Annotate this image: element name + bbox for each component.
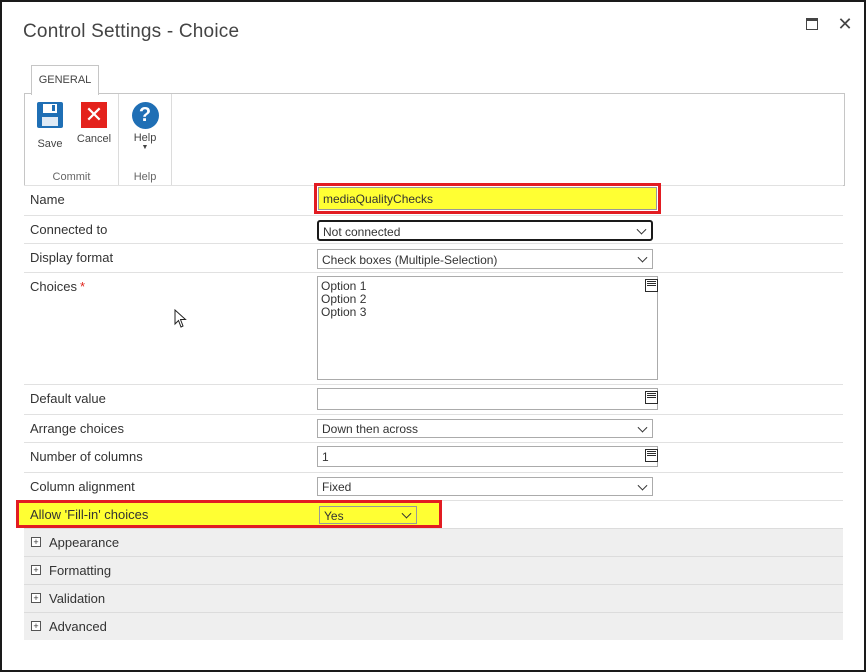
display-format-value: Check boxes (Multiple-Selection) bbox=[322, 253, 498, 267]
number-of-columns-input[interactable]: 1 bbox=[317, 446, 658, 467]
arrange-choices-label: Arrange choices bbox=[30, 421, 124, 436]
name-input[interactable]: mediaQualityChecks bbox=[318, 187, 657, 210]
section-label: Formatting bbox=[49, 563, 112, 578]
close-icon: ✕ bbox=[837, 14, 853, 34]
choices-textarea[interactable]: Option 1 Option 2 Option 3 bbox=[317, 276, 658, 380]
save-icon bbox=[37, 102, 63, 128]
tab-general[interactable]: GENERAL bbox=[31, 65, 99, 95]
column-alignment-value: Fixed bbox=[322, 480, 352, 494]
default-value-input[interactable] bbox=[317, 388, 658, 410]
display-format-label: Display format bbox=[30, 250, 114, 265]
list-icon[interactable] bbox=[645, 391, 658, 404]
list-icon[interactable] bbox=[645, 279, 658, 292]
maximize-icon bbox=[806, 18, 818, 30]
chevron-down-icon bbox=[637, 480, 648, 491]
help-icon: ? bbox=[131, 102, 159, 129]
number-of-columns-label: Number of columns bbox=[30, 449, 143, 464]
help-button[interactable]: ? Help ▼ bbox=[123, 102, 167, 152]
section-formatting[interactable]: + Formatting bbox=[24, 556, 843, 584]
section-label: Validation bbox=[49, 591, 106, 606]
chevron-down-icon bbox=[637, 252, 648, 263]
required-indicator: * bbox=[79, 279, 86, 294]
section-appearance[interactable]: + Appearance bbox=[24, 528, 843, 556]
section-validation[interactable]: + Validation bbox=[24, 584, 843, 612]
close-button[interactable]: ✕ bbox=[835, 14, 855, 34]
section-label: Appearance bbox=[49, 535, 120, 550]
allow-fill-in-value: Yes bbox=[324, 509, 344, 523]
control-settings-dialog: Control Settings - Choice ✕ GENERAL Save… bbox=[0, 0, 866, 672]
column-alignment-select[interactable]: Fixed bbox=[317, 477, 653, 496]
connected-to-label: Connected to bbox=[30, 222, 108, 237]
expand-icon: + bbox=[31, 621, 41, 631]
section-advanced[interactable]: + Advanced bbox=[24, 612, 843, 640]
help-dropdown-icon: ▼ bbox=[141, 144, 149, 151]
allow-fill-in-label: Allow 'Fill-in' choices bbox=[30, 507, 149, 522]
cancel-icon: ✕ bbox=[81, 102, 107, 128]
expand-icon: + bbox=[31, 565, 41, 575]
arrange-choices-value: Down then across bbox=[322, 422, 419, 436]
cancel-button[interactable]: ✕ Cancel bbox=[72, 102, 116, 145]
maximize-button[interactable] bbox=[802, 14, 822, 34]
chevron-down-icon bbox=[637, 422, 648, 433]
list-icon[interactable] bbox=[645, 449, 658, 462]
help-group-label: Help bbox=[133, 171, 157, 183]
allow-fill-in-select[interactable]: Yes bbox=[319, 506, 417, 524]
chevron-down-icon bbox=[636, 224, 647, 235]
arrange-choices-select[interactable]: Down then across bbox=[317, 419, 653, 438]
save-button[interactable]: Save bbox=[28, 102, 72, 150]
ribbon: Save ✕ Cancel Commit ? Help ▼ Help bbox=[24, 93, 845, 186]
mouse-pointer-icon bbox=[174, 309, 187, 328]
choices-label: Choices * bbox=[30, 279, 86, 294]
allow-fill-in-highlight: Allow 'Fill-in' choices Yes bbox=[16, 500, 442, 528]
ribbon-group-help: ? Help ▼ Help bbox=[119, 94, 172, 185]
expand-icon: + bbox=[31, 593, 41, 603]
default-value-label: Default value bbox=[30, 391, 106, 406]
cancel-label: Cancel bbox=[76, 133, 112, 145]
display-format-select[interactable]: Check boxes (Multiple-Selection) bbox=[317, 249, 653, 269]
chevron-down-icon bbox=[401, 508, 412, 519]
column-alignment-label: Column alignment bbox=[30, 479, 135, 494]
expand-icon: + bbox=[31, 537, 41, 547]
save-label: Save bbox=[37, 138, 63, 150]
connected-to-value: Not connected bbox=[323, 225, 401, 239]
help-label: Help bbox=[133, 132, 157, 144]
name-label: Name bbox=[30, 192, 65, 207]
dialog-title: Control Settings - Choice bbox=[23, 21, 240, 42]
commit-group-label: Commit bbox=[52, 171, 91, 183]
ribbon-group-commit: Save ✕ Cancel Commit bbox=[25, 94, 119, 185]
section-label: Advanced bbox=[49, 619, 107, 634]
connected-to-select[interactable]: Not connected bbox=[317, 220, 653, 241]
